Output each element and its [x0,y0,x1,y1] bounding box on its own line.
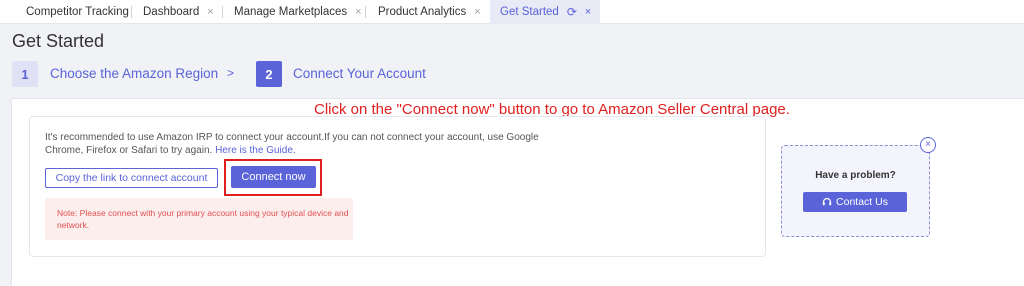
connect-description: It's recommended to use Amazon IRP to co… [45,131,565,157]
tab-product-analytics[interactable]: Product Analytics × [378,0,481,24]
tab-label: Competitor Tracking [26,6,129,18]
step-1-label[interactable]: Choose the Amazon Region [50,66,218,81]
tab-label: Dashboard [143,6,200,18]
copy-link-button[interactable]: Copy the link to connect account [45,168,218,188]
problem-box [781,145,930,237]
chevron-right-icon: > [227,66,235,80]
tab-label: Manage Marketplaces [234,6,348,18]
close-icon[interactable]: × [585,6,591,18]
tab-divider [131,6,132,18]
tab-divider [365,6,366,18]
contact-us-button[interactable]: Contact Us [803,192,907,212]
tab-label: Product Analytics [378,6,467,18]
close-icon[interactable]: × [355,6,361,18]
step-1-number: 1 [12,61,38,87]
note-box: Note: Please connect with your primary a… [45,198,353,240]
connect-now-button[interactable]: Connect now [231,166,316,188]
problem-title: Have a problem? [815,170,896,181]
tab-dashboard[interactable]: Dashboard × [143,0,214,24]
tab-get-started[interactable]: Get Started ⟳ × [490,0,600,24]
close-icon[interactable]: × [207,6,213,18]
close-icon[interactable]: × [920,137,936,153]
refresh-icon[interactable]: ⟳ [567,5,577,19]
close-icon[interactable]: × [474,6,480,18]
headset-icon [822,197,832,206]
page-title: Get Started [12,31,105,51]
contact-us-label: Contact Us [836,196,888,208]
tab-bar: Competitor Tracking Dashboard × Manage M… [0,0,1024,24]
step-2-number: 2 [256,61,282,87]
guide-link[interactable]: Here is the Guide. [215,145,296,156]
step-2-label: Connect Your Account [293,66,426,81]
note-text: Note: Please connect with your primary a… [57,208,349,230]
tab-manage-marketplaces[interactable]: Manage Marketplaces × [234,0,362,24]
tab-label: Get Started [500,6,559,18]
tab-competitor-tracking[interactable]: Competitor Tracking [26,0,129,24]
tab-divider [222,6,223,18]
